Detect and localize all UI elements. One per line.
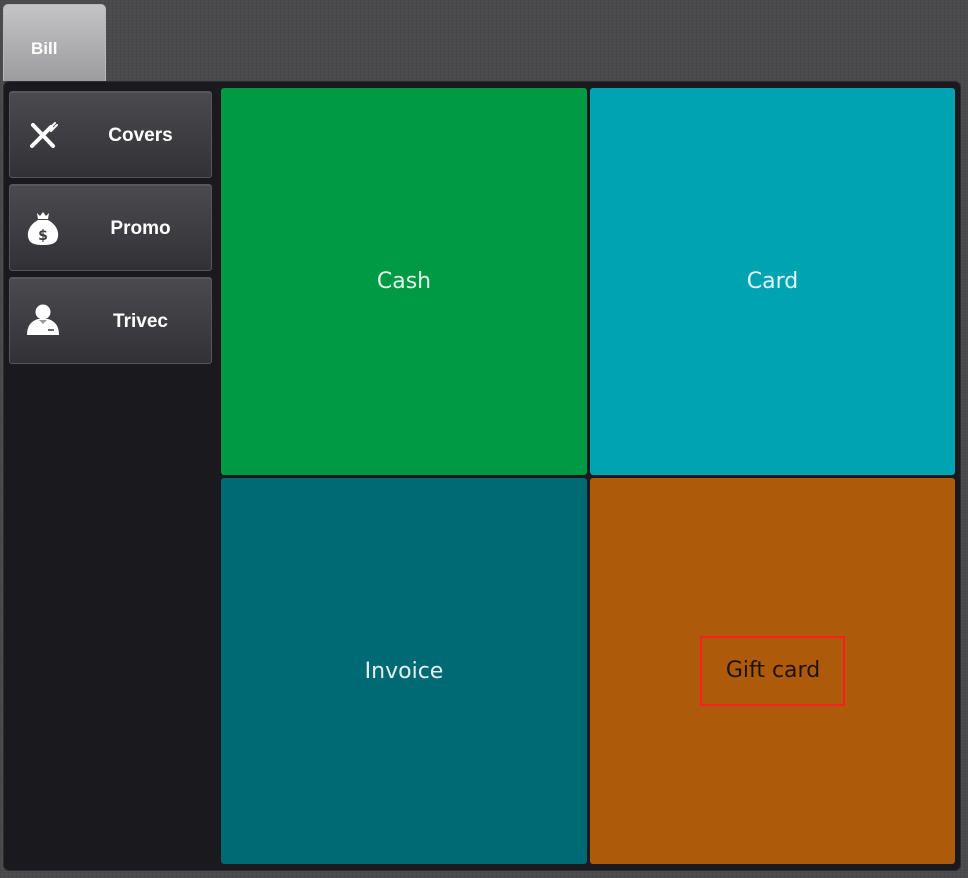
sidebar-item-covers-label: Covers [108,125,173,146]
card-payment-tile[interactable]: Card [590,88,955,475]
sidebar-item-trivec[interactable]: Trivec [9,277,212,364]
svg-text:$: $ [38,228,48,244]
card-payment-label: Card [746,269,799,294]
money-bag-icon: $ [24,209,62,247]
sidebar-item-promo-label: Promo [110,218,171,239]
cash-payment-tile[interactable]: Cash [221,88,587,475]
invoice-payment-tile[interactable]: Invoice [221,478,587,864]
tab-bill-label: Bill [31,39,58,58]
cash-payment-label: Cash [376,269,432,294]
sidebar-item-promo[interactable]: $ Promo [9,184,212,271]
waiter-icon [24,302,62,340]
invoice-payment-label: Invoice [364,658,444,684]
gift-card-payment-tile[interactable]: Gift card [590,478,955,864]
sidebar-item-covers[interactable]: Covers [9,91,212,178]
cutlery-icon [24,116,62,154]
gift-card-payment-label: Gift card [699,636,846,706]
tab-bill[interactable]: Bill [3,4,106,81]
sidebar-item-trivec-label: Trivec [113,311,168,332]
